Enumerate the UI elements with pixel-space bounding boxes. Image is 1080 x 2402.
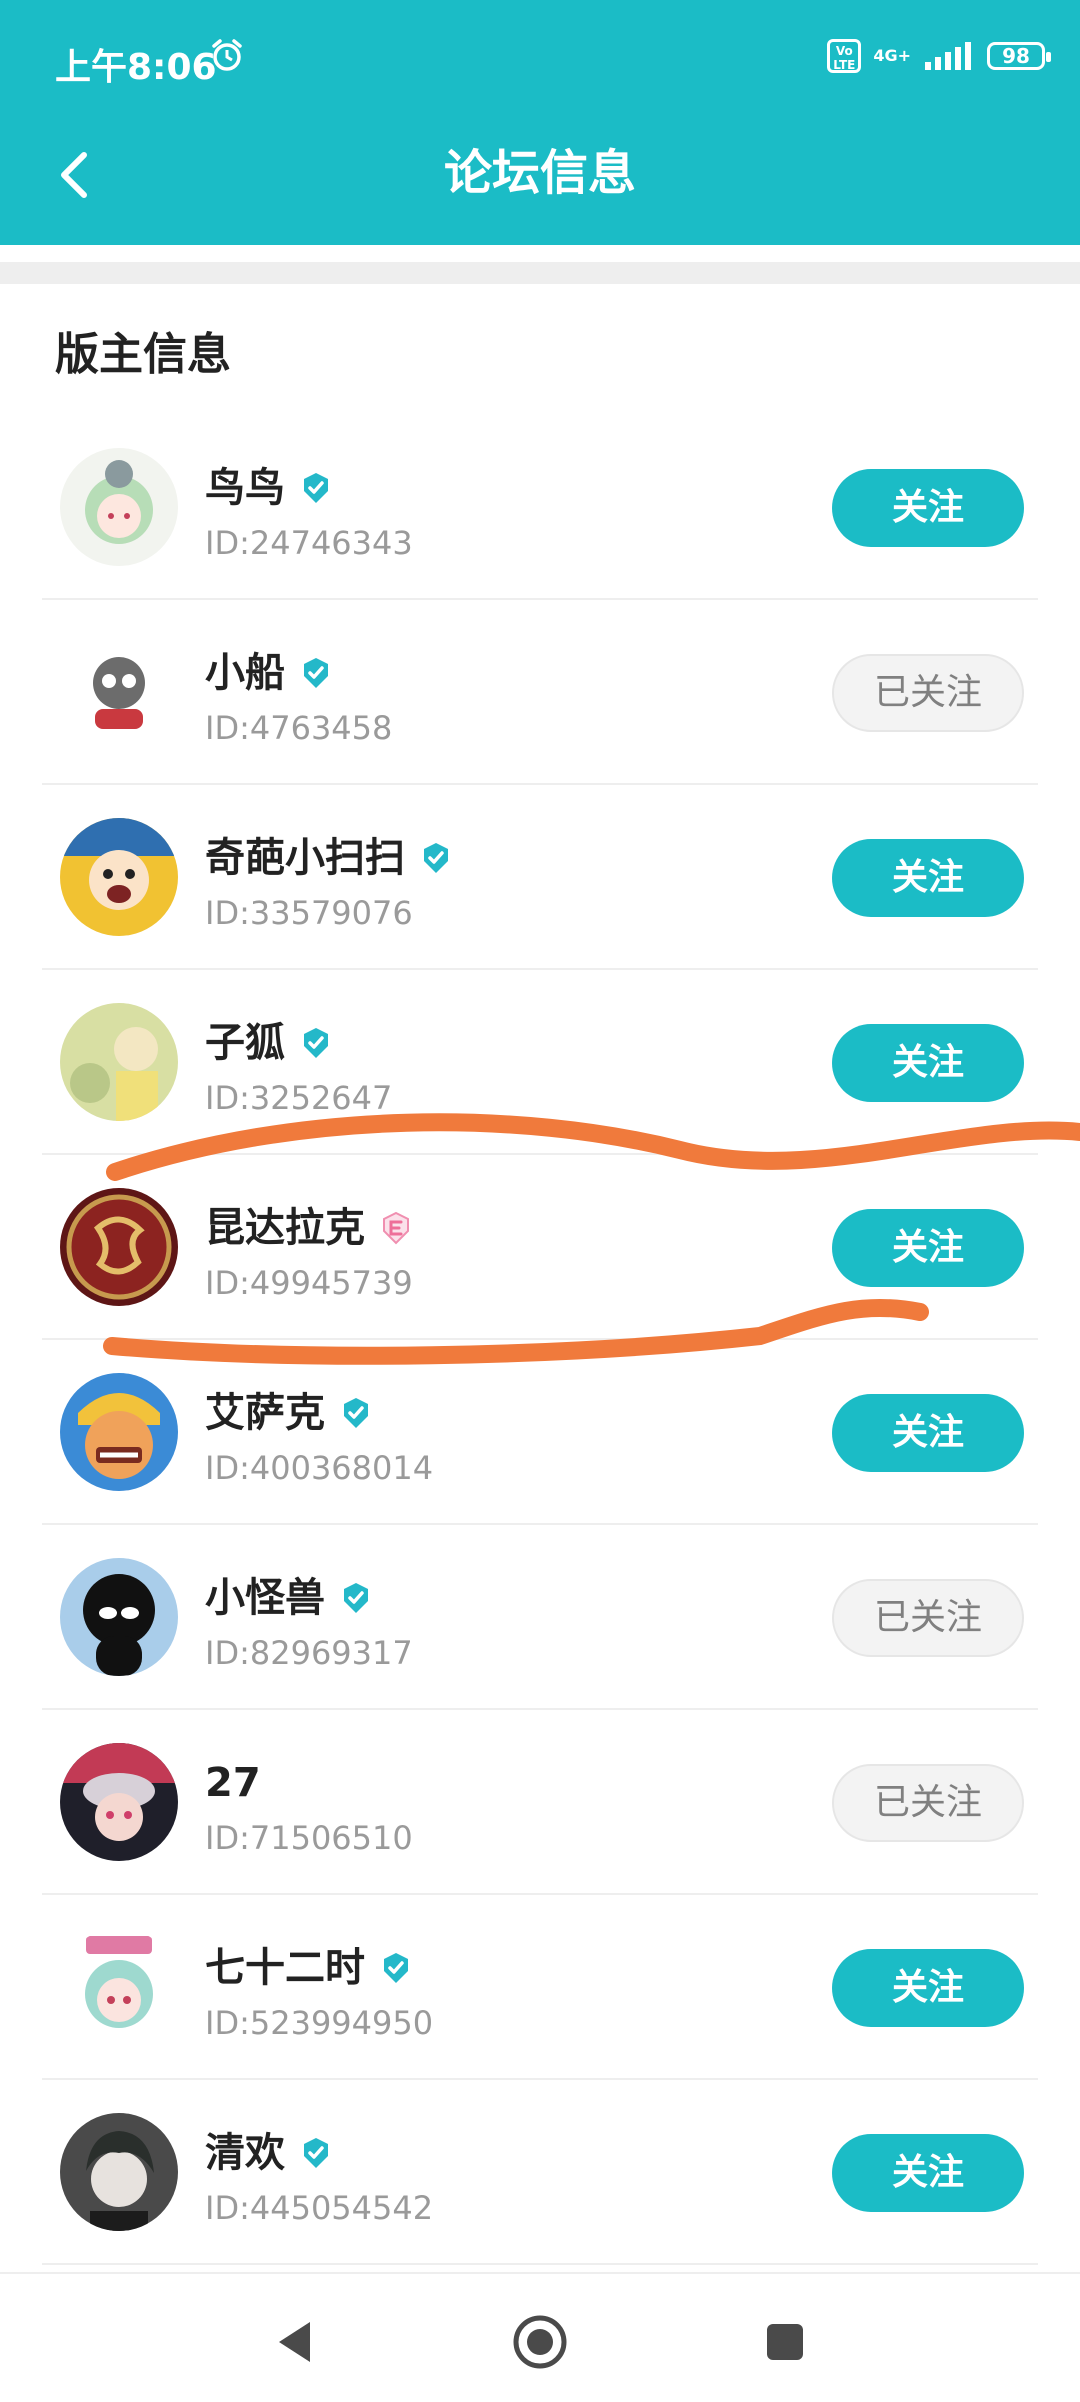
moderator-name: 27: [205, 1760, 261, 1806]
avatar[interactable]: [60, 2113, 178, 2231]
followed-button[interactable]: 已关注: [832, 1579, 1024, 1657]
verified-icon: [424, 843, 448, 873]
list-item[interactable]: 子狐 ID:3252647 关注: [0, 970, 1080, 1155]
moderator-id: ID:82969317: [205, 1634, 413, 1672]
name-row: 子狐: [205, 1018, 333, 1068]
list-item[interactable]: 鸟鸟 ID:24746343 关注: [0, 415, 1080, 600]
list-item[interactable]: 27 ID:71506510 已关注: [0, 1710, 1080, 1895]
moderator-name: 艾萨克: [205, 1390, 325, 1436]
avatar[interactable]: [60, 1003, 178, 1121]
avatar[interactable]: [60, 633, 178, 751]
name-row: 鸟鸟: [205, 463, 333, 513]
section-divider: [0, 262, 1080, 284]
moderator-list: 鸟鸟 ID:24746343 关注 小船 ID:4763458 已关注 奇葩小扫…: [0, 415, 1080, 2265]
name-row: 七十二时: [205, 1943, 413, 1993]
pink-e-icon: [383, 1211, 409, 1245]
moderator-id: ID:71506510: [205, 1819, 413, 1857]
moderator-id: ID:523994950: [205, 2004, 434, 2042]
list-item[interactable]: 七十二时 ID:523994950 关注: [0, 1895, 1080, 2080]
list-item[interactable]: 清欢 ID:445054542 关注: [0, 2080, 1080, 2265]
name-row: 奇葩小扫扫: [205, 833, 453, 883]
follow-button[interactable]: 关注: [832, 1949, 1024, 2027]
moderator-name: 昆达拉克: [205, 1205, 365, 1251]
verified-icon: [304, 2138, 328, 2168]
name-row: 小怪兽: [205, 1573, 373, 1623]
status-time: 上午8:06: [55, 47, 217, 88]
nav-home-icon[interactable]: [510, 2312, 570, 2372]
app-bar: 论坛信息: [0, 110, 1080, 245]
avatar[interactable]: [60, 448, 178, 566]
moderator-id: ID:3252647: [205, 1079, 393, 1117]
moderator-id: ID:33579076: [205, 894, 413, 932]
moderator-id: ID:445054542: [205, 2189, 434, 2227]
follow-button[interactable]: 关注: [832, 469, 1024, 547]
follow-button[interactable]: 关注: [832, 839, 1024, 917]
followed-button[interactable]: 已关注: [832, 654, 1024, 732]
avatar[interactable]: [60, 1188, 178, 1306]
moderator-id: ID:400368014: [205, 1449, 434, 1487]
avatar[interactable]: [60, 1373, 178, 1491]
moderator-name: 七十二时: [205, 1945, 365, 1991]
follow-button[interactable]: 关注: [832, 1209, 1024, 1287]
verified-icon: [304, 658, 328, 688]
list-item[interactable]: 奇葩小扫扫 ID:33579076 关注: [0, 785, 1080, 970]
moderator-id: ID:49945739: [205, 1264, 413, 1302]
moderator-id: ID:24746343: [205, 524, 413, 562]
page-title: 论坛信息: [443, 145, 636, 201]
followed-button[interactable]: 已关注: [832, 1764, 1024, 1842]
list-item[interactable]: 艾萨克 ID:400368014 关注: [0, 1340, 1080, 1525]
verified-icon: [344, 1583, 368, 1613]
moderator-name: 奇葩小扫扫: [205, 835, 405, 881]
name-row: 小船: [205, 648, 333, 698]
name-row: 艾萨克: [205, 1388, 373, 1438]
nav-back-icon[interactable]: [265, 2312, 325, 2372]
name-row: 27: [205, 1758, 261, 1808]
moderator-name: 鸟鸟: [205, 465, 285, 511]
alarm-icon: [212, 39, 242, 71]
moderator-name: 小怪兽: [205, 1575, 325, 1621]
verified-icon: [344, 1398, 368, 1428]
follow-button[interactable]: 关注: [832, 1024, 1024, 1102]
list-item[interactable]: 昆达拉克 ID:49945739 关注: [0, 1155, 1080, 1340]
volte-icon: Vo LTE: [827, 39, 862, 73]
moderator-name: 子狐: [205, 1020, 285, 1066]
avatar[interactable]: [60, 1743, 178, 1861]
list-item[interactable]: 小船 ID:4763458 已关注: [0, 600, 1080, 785]
follow-button[interactable]: 关注: [832, 1394, 1024, 1472]
moderator-name: 清欢: [205, 2130, 285, 2176]
moderator-id: ID:4763458: [205, 709, 393, 747]
avatar[interactable]: [60, 1928, 178, 2046]
verified-icon: [384, 1953, 408, 1983]
system-indicators: Vo LTE 4G+ 98: [827, 36, 1051, 76]
section-title: 版主信息: [55, 329, 231, 380]
status-bar: 上午8:06 Vo LTE 4G+ 98: [0, 0, 1080, 110]
system-nav-bar: [0, 2272, 1080, 2402]
signal-icon: [925, 42, 971, 70]
avatar[interactable]: [60, 818, 178, 936]
name-row: 昆达拉克: [205, 1203, 413, 1253]
verified-icon: [304, 473, 328, 503]
moderator-name: 小船: [205, 650, 285, 696]
follow-button[interactable]: 关注: [832, 2134, 1024, 2212]
list-item[interactable]: 小怪兽 ID:82969317 已关注: [0, 1525, 1080, 1710]
avatar[interactable]: [60, 1558, 178, 1676]
battery-indicator: 98: [987, 42, 1051, 70]
verified-icon: [304, 1028, 328, 1058]
network-type: 4G+: [873, 46, 911, 65]
name-row: 清欢: [205, 2128, 333, 2178]
nav-recent-icon[interactable]: [755, 2312, 815, 2372]
